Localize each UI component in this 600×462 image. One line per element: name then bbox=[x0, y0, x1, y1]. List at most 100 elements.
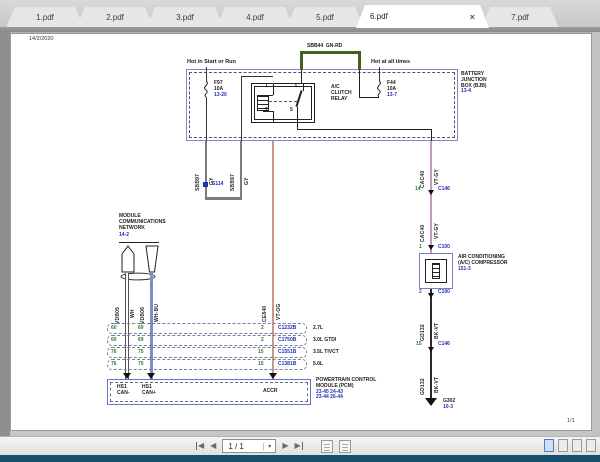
row-pin: 15 bbox=[258, 362, 264, 368]
relay-pin5: 5 bbox=[290, 108, 293, 114]
wire-loop-left-gy bbox=[205, 141, 208, 199]
wire-gnd-bk bbox=[430, 289, 433, 399]
next-view-button[interactable] bbox=[339, 440, 351, 453]
relay-pin1-lead bbox=[273, 83, 274, 95]
previous-view-button[interactable] bbox=[321, 440, 333, 453]
viewer-toolbar: ◀ ◀ 1 / 1 ▾ ▶ ▶ bbox=[0, 436, 600, 455]
pcm-can-plus-label: HS1CAN+ bbox=[142, 385, 156, 397]
sbb44-label: SBB44 GN-RD bbox=[307, 44, 342, 50]
tab-bar: 1.pdf 2.pdf 3.pdf 4.pdf 5.pdf 6.pdf × 7.… bbox=[0, 0, 600, 28]
tabbar-bottom-edge bbox=[0, 27, 600, 32]
feed-circuit-label-2: CAC40 bbox=[421, 202, 426, 242]
row-pin: 2 bbox=[261, 338, 264, 344]
row-pin: 60 bbox=[111, 338, 117, 344]
two-page-continuous-view-button[interactable] bbox=[586, 439, 596, 452]
tab-2pdf[interactable]: 2.pdf bbox=[76, 7, 154, 28]
row-pin: 69 bbox=[138, 338, 144, 344]
tab-5pdf[interactable]: 5.pdf bbox=[286, 7, 364, 28]
row-connector: C1381B bbox=[278, 362, 296, 368]
c146-gnd-name: C146 bbox=[438, 342, 450, 348]
c100-feed-pin: 1 bbox=[419, 245, 422, 251]
wire-sbb44-h bbox=[300, 51, 361, 54]
wire-f97-top bbox=[206, 67, 207, 81]
row-engine: 2.7L bbox=[313, 326, 323, 332]
relay-pin5-lead bbox=[297, 107, 298, 123]
row-pin: 75 bbox=[138, 350, 144, 356]
wire-feed-vt bbox=[430, 141, 433, 253]
tab-3pdf[interactable]: 3.pdf bbox=[146, 7, 224, 28]
can-plus-circuit-label: VDB06 bbox=[141, 284, 146, 324]
compressor-coil-icon bbox=[432, 263, 440, 279]
loop-right-color-label: GY bbox=[245, 153, 250, 185]
tab-label: 5.pdf bbox=[316, 13, 334, 22]
row-pin: 15 bbox=[258, 350, 264, 356]
wire-f44-link bbox=[359, 97, 379, 98]
page-number-value: 1 / 1 bbox=[223, 442, 263, 451]
row-connector: C1551B bbox=[278, 350, 296, 356]
c100-gnd-pin: 2 bbox=[419, 290, 422, 296]
wire-f44-drop bbox=[359, 70, 360, 98]
tab-label: 4.pdf bbox=[246, 13, 264, 22]
fuse-f44-label: F4410A 13-7 bbox=[387, 81, 397, 98]
last-page-button[interactable]: ▶ bbox=[294, 442, 302, 450]
feed-circuit-label-1: CAC40 bbox=[421, 148, 426, 188]
tab-6pdf-active[interactable]: 6.pdf × bbox=[356, 5, 489, 28]
next-page-button[interactable]: ▶ bbox=[282, 442, 288, 450]
gnd-color-label-2: BK-VT bbox=[435, 357, 440, 393]
row-pin: 75 bbox=[138, 362, 144, 368]
status-bar bbox=[0, 455, 600, 462]
pcm-can-minus-label: HS1CAN- bbox=[117, 385, 130, 397]
tab-1pdf[interactable]: 1.pdf bbox=[6, 7, 84, 28]
splice-s114-dot bbox=[203, 182, 208, 187]
fuse-f44-icon bbox=[374, 81, 384, 97]
row-pin: 76 bbox=[111, 362, 117, 368]
can-minus-circuit-label: VDB05 bbox=[116, 284, 121, 324]
single-page-view-button[interactable] bbox=[544, 439, 554, 452]
pcm-connector-row bbox=[107, 323, 307, 334]
row-engine: 3.0L GTDI bbox=[313, 338, 336, 344]
ground-symbol-icon bbox=[425, 398, 437, 406]
loop-right-circuit-label: SBB97 bbox=[231, 149, 236, 191]
relay-pin3: 3 bbox=[294, 84, 297, 90]
pcm-connector-row bbox=[107, 335, 307, 346]
compressor-label: AIR CONDITIONING(A/C) COMPRESSOR 151-3 bbox=[458, 255, 507, 272]
dropdown-caret-icon[interactable]: ▾ bbox=[263, 443, 275, 450]
accr-circuit-label: CE840 bbox=[263, 282, 268, 322]
row-engine: 5.0L bbox=[313, 362, 323, 368]
first-page-button[interactable]: ◀ bbox=[196, 442, 204, 450]
row-pin: 60 bbox=[111, 326, 117, 332]
gnd-color-label-1: BK-VT bbox=[435, 303, 440, 339]
wire-sbb44-right-leg bbox=[358, 51, 361, 70]
tab-4pdf[interactable]: 4.pdf bbox=[216, 7, 294, 28]
document-date: 14/2/2020 bbox=[29, 36, 53, 42]
two-page-view-button[interactable] bbox=[572, 439, 582, 452]
row-pin: 69 bbox=[138, 326, 144, 332]
close-icon[interactable]: × bbox=[470, 12, 475, 22]
page-number-combo[interactable]: 1 / 1 ▾ bbox=[222, 439, 276, 453]
relay-pin1: 1 bbox=[265, 84, 268, 90]
row-connector: C1750B bbox=[278, 338, 296, 344]
page-corner-indicator: 1/1 bbox=[567, 418, 575, 424]
loop-left-circuit-label: SBB97 bbox=[196, 149, 201, 191]
wire-sbb44-to-pin3 bbox=[301, 70, 302, 83]
wire-loop-right-gy bbox=[240, 141, 243, 199]
wire-feed-in-box bbox=[431, 129, 432, 141]
c146-feed-name: C146 bbox=[438, 187, 450, 193]
row-pin: 76 bbox=[111, 350, 117, 356]
previous-page-button[interactable]: ◀ bbox=[210, 442, 216, 450]
relay-pin2: 2 bbox=[265, 108, 268, 114]
pcm-connector-row bbox=[107, 347, 307, 358]
bjb-ref: 13-4 bbox=[461, 89, 487, 95]
app-window: 1.pdf 2.pdf 3.pdf 4.pdf 5.pdf 6.pdf × 7.… bbox=[0, 0, 600, 462]
accr-color-label: VT-OG bbox=[277, 284, 282, 320]
relay-label: A/CCLUTCHRELAY bbox=[331, 85, 352, 102]
bjb-box bbox=[186, 69, 458, 141]
pdf-page: 14/2/2020 1/1 Hot in Start or Run Hot at… bbox=[10, 33, 592, 431]
gnd-circuit-label-1: GD132 bbox=[421, 301, 426, 341]
mcn-bracket-line bbox=[119, 242, 159, 243]
continuous-view-button[interactable] bbox=[558, 439, 568, 452]
feed-color-label-1: VT-GY bbox=[435, 151, 440, 185]
tab-7pdf[interactable]: 7.pdf bbox=[481, 7, 559, 28]
right-window-edge bbox=[592, 32, 600, 436]
tab-label: 3.pdf bbox=[176, 13, 194, 22]
